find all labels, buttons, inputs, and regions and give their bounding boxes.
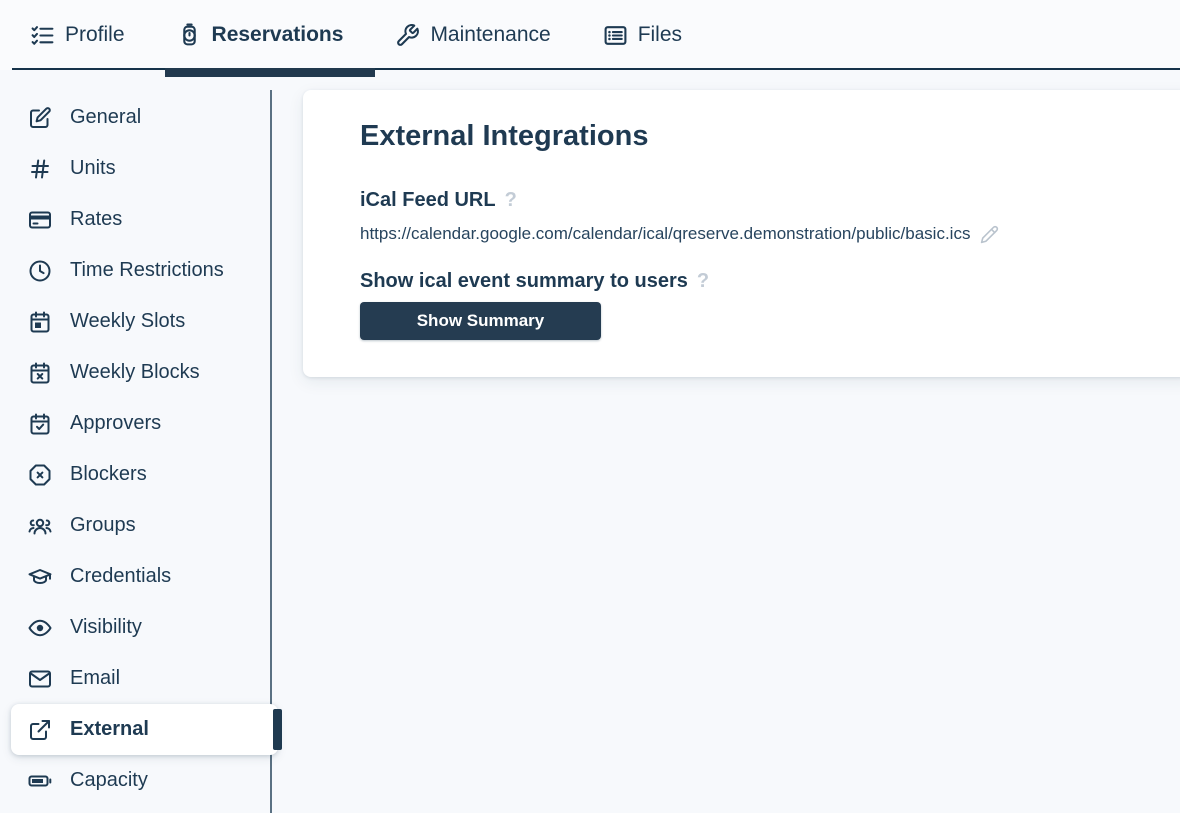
page-content: General Units Rates	[0, 70, 1180, 813]
top-tab-bar: Profile Reservations Maintenance	[0, 0, 1180, 70]
tab-label: Files	[638, 23, 682, 47]
ical-feed-url-row: https://calendar.google.com/calendar/ica…	[360, 224, 1154, 244]
tab-maintenance[interactable]: Maintenance	[395, 23, 550, 48]
sidebar-item-rates[interactable]: Rates	[0, 194, 273, 245]
sidebar-item-label: Approvers	[70, 412, 161, 435]
calendar-check-icon	[28, 412, 52, 436]
wrench-icon	[395, 23, 420, 48]
sidebar-item-email[interactable]: Email	[0, 653, 273, 704]
tab-profile[interactable]: Profile	[30, 23, 125, 48]
mortarboard-icon	[28, 565, 52, 589]
tab-reservations[interactable]: Reservations	[177, 23, 344, 48]
hash-icon	[28, 157, 52, 181]
sidebar-item-general[interactable]: General	[0, 92, 273, 143]
card-list-icon	[603, 23, 628, 48]
ical-feed-url-value: https://calendar.google.com/calendar/ica…	[360, 224, 970, 244]
clock-icon	[28, 259, 52, 283]
sidebar-item-approvers[interactable]: Approvers	[0, 398, 273, 449]
sidebar-item-label: Visibility	[70, 616, 142, 639]
tab-label: Reservations	[212, 23, 344, 47]
eye-icon	[28, 616, 52, 640]
external-integrations-card: External Integrations iCal Feed URL ? ht…	[303, 90, 1180, 377]
pencil-square-icon	[28, 106, 52, 130]
sidebar-item-weekly-blocks[interactable]: Weekly Blocks	[0, 347, 273, 398]
page-title: External Integrations	[360, 120, 1154, 152]
sidebar-item-label: Weekly Slots	[70, 310, 185, 333]
sidebar-item-label: Blockers	[70, 463, 147, 486]
sidebar-item-groups[interactable]: Groups	[0, 500, 273, 551]
sidebar-list: General Units Rates	[0, 92, 273, 806]
summary-setting-label: Show ical event summary to users	[360, 269, 688, 293]
sidebar-item-capacity[interactable]: Capacity	[0, 755, 273, 806]
sidebar-item-external[interactable]: External	[11, 704, 278, 755]
sidebar-item-units[interactable]: Units	[0, 143, 273, 194]
watch-icon	[177, 23, 202, 48]
calendar-x-icon	[28, 361, 52, 385]
sidebar-item-label: External	[70, 718, 149, 741]
external-link-icon	[28, 718, 52, 742]
x-octagon-icon	[28, 463, 52, 487]
main-panel: External Integrations iCal Feed URL ? ht…	[273, 70, 1180, 813]
sidebar-item-label: Rates	[70, 208, 122, 231]
tab-files[interactable]: Files	[603, 23, 682, 48]
list-check-icon	[30, 23, 55, 48]
sidebar-item-credentials[interactable]: Credentials	[0, 551, 273, 602]
sidebar-item-label: Credentials	[70, 565, 171, 588]
credit-card-icon	[28, 208, 52, 232]
tab-label: Maintenance	[430, 23, 550, 47]
sidebar-item-weekly-slots[interactable]: Weekly Slots	[0, 296, 273, 347]
sidebar-item-label: Email	[70, 667, 120, 690]
sidebar-item-label: Units	[70, 157, 116, 180]
ical-feed-url-label: iCal Feed URL	[360, 188, 496, 212]
sidebar-item-label: Time Restrictions	[70, 259, 224, 282]
sidebar-item-time-restrictions[interactable]: Time Restrictions	[0, 245, 273, 296]
help-question-icon[interactable]: ?	[697, 269, 709, 293]
calendar-slot-icon	[28, 310, 52, 334]
envelope-icon	[28, 667, 52, 691]
sidebar-item-label: Capacity	[70, 769, 148, 792]
tab-label: Profile	[65, 23, 125, 47]
people-icon	[28, 514, 52, 538]
sidebar-item-label: Weekly Blocks	[70, 361, 200, 384]
ical-feed-url-label-row: iCal Feed URL ?	[360, 188, 1154, 212]
sidebar-item-visibility[interactable]: Visibility	[0, 602, 273, 653]
sidebar-item-label: Groups	[70, 514, 136, 537]
sidebar-item-label: General	[70, 106, 141, 129]
help-question-icon[interactable]: ?	[505, 188, 517, 212]
edit-pencil-icon[interactable]	[980, 225, 999, 244]
show-summary-button[interactable]: Show Summary	[360, 302, 601, 340]
settings-sidebar: General Units Rates	[0, 70, 273, 813]
summary-setting-label-row: Show ical event summary to users ?	[360, 269, 1154, 293]
sidebar-item-blockers[interactable]: Blockers	[0, 449, 273, 500]
battery-icon	[28, 769, 52, 793]
